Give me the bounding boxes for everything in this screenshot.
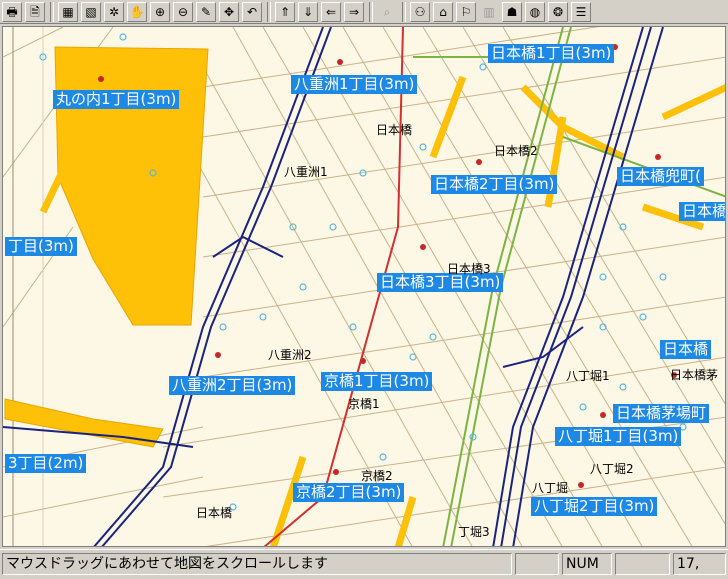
place-label: 八重洲2	[268, 348, 312, 362]
place-label: 八丁堀2	[590, 462, 634, 476]
area-label[interactable]: 日本橋茅場町	[613, 404, 710, 423]
toolbar: 🖶 🗎 ▦ ▧ ✲ ✋ ⊕ ⊖ ✎ ✥ ↶ ⇑ ⇓ ⇐ ⇒ ⌕ ⚇ ⌂ ⚐ ▥ ☗ ◍ ❂ ☰	[0, 0, 728, 24]
area-label[interactable]: 京橋2丁目(3m)	[293, 483, 405, 502]
layer-button[interactable]: ▦	[58, 1, 78, 22]
settings-button[interactable]: ☰	[571, 1, 591, 22]
layer-icon: ▦	[62, 4, 74, 19]
area-label[interactable]: 八重洲1丁目(3m)	[291, 75, 418, 94]
toolbar-separator	[50, 1, 54, 22]
place-label: 日本橋茅	[670, 368, 719, 382]
print-icon: 🖶	[6, 4, 18, 19]
page-button[interactable]: 🗎	[25, 1, 45, 22]
arrow-right-button[interactable]: ⇒	[344, 1, 364, 22]
area-label[interactable]: 八重洲2丁目(3m)	[169, 376, 296, 395]
area-label[interactable]: 京橋1丁目(3m)	[321, 372, 433, 391]
print-button[interactable]: 🖶	[2, 1, 22, 22]
palette-button[interactable]: ❂	[548, 1, 568, 22]
undo-icon: ↶	[246, 4, 258, 19]
zoom-out-icon: ⊖	[177, 4, 189, 19]
settings-icon: ☰	[575, 4, 587, 19]
flag-icon: ⚐	[460, 4, 472, 19]
globe-icon: ◍	[529, 4, 541, 19]
arrow-down-button[interactable]: ⇓	[298, 1, 318, 22]
area-label[interactable]: 丸の内1丁目(3m)	[53, 90, 180, 109]
area-label[interactable]: 日本橋	[679, 202, 725, 221]
building-button[interactable]: ▥	[479, 2, 499, 22]
arrow-down-icon: ⇓	[302, 4, 314, 19]
search-icon: ⌕	[383, 4, 391, 19]
hand-button[interactable]: ✋	[127, 1, 147, 22]
status-message: マウスドラッグにあわせて地図をスクロールします	[2, 553, 512, 575]
home-button[interactable]: ⌂	[433, 1, 453, 22]
place-label: 八重洲1	[284, 165, 328, 179]
area-label[interactable]: 日本橋	[660, 340, 712, 359]
arrow-right-icon: ⇒	[348, 4, 360, 19]
page-icon: 🗎	[30, 4, 40, 19]
status-bar: マウスドラッグにあわせて地図をスクロールします NUM 17,	[0, 549, 728, 579]
area-label[interactable]: 日本橋兜町(	[617, 167, 704, 186]
place-label: 日本橋	[376, 123, 413, 137]
globe-button[interactable]: ◍	[525, 1, 545, 22]
search-button[interactable]: ⌕	[377, 2, 397, 22]
zoom-in-button[interactable]: ⊕	[150, 1, 170, 22]
people-icon: ⚇	[414, 4, 426, 19]
arrow-left-icon: ⇐	[325, 4, 337, 19]
pen-icon: ✎	[200, 4, 212, 19]
building-icon: ▥	[483, 4, 495, 19]
place-label: 丁堀3	[458, 525, 490, 539]
area-label[interactable]: 3丁目(2m)	[5, 454, 87, 473]
flag-button[interactable]: ⚐	[456, 1, 476, 22]
move-button[interactable]: ✥	[219, 1, 239, 22]
pen-button[interactable]: ✎	[196, 1, 216, 22]
area-label[interactable]: 日本橋1丁目(3m)	[488, 44, 615, 63]
status-num: NUM	[562, 553, 612, 575]
arrow-left-button[interactable]: ⇐	[321, 1, 341, 22]
zoom-out-button[interactable]: ⊖	[173, 1, 193, 22]
people-button[interactable]: ⚇	[410, 1, 430, 22]
palette-icon: ❂	[552, 4, 564, 19]
station-block	[54, 46, 209, 326]
move-icon: ✥	[223, 4, 235, 19]
place-label: 京橋1	[348, 397, 380, 411]
place-label: 八丁堀1	[566, 369, 610, 383]
status-coord: 17,	[673, 553, 726, 575]
zoom-in-icon: ⊕	[154, 4, 166, 19]
sparkle-icon: ✲	[108, 4, 120, 19]
area-label[interactable]: 日本橋2丁目(3m)	[431, 175, 558, 194]
area-label[interactable]: 八丁堀2丁目(3m)	[531, 497, 658, 516]
sparkle-button[interactable]: ✲	[104, 1, 124, 22]
toolbar-separator	[369, 1, 373, 22]
arrow-up-icon: ⇑	[279, 4, 291, 19]
layer-zoom-button[interactable]: ▧	[81, 1, 101, 22]
area-label[interactable]: 八丁堀1丁目(3m)	[555, 427, 682, 446]
place-label: 京橋2	[361, 469, 393, 483]
home-icon: ⌂	[439, 4, 447, 19]
area-label[interactable]: 丁目(3m)	[5, 237, 77, 256]
hand-icon: ✋	[129, 4, 145, 19]
toolbar-separator	[267, 1, 271, 22]
shop-icon: ☗	[506, 4, 518, 19]
place-label: 日本橋	[196, 506, 233, 520]
layer-zoom-icon: ▧	[85, 4, 97, 19]
arrow-up-button[interactable]: ⇑	[275, 1, 295, 22]
place-label: 日本橋3	[447, 262, 491, 276]
status-pane-empty	[515, 553, 559, 575]
place-label: 日本橋2	[494, 144, 538, 158]
status-pane-empty-2	[615, 553, 670, 575]
map-view[interactable]: 日本橋1丁目(3m) 八重洲1丁目(3m) 丸の内1丁目(3m) 日本橋2丁目(3m)…	[2, 26, 726, 547]
shop-button[interactable]: ☗	[502, 1, 522, 22]
place-label: 八丁堀	[532, 481, 569, 495]
undo-button[interactable]: ↶	[242, 1, 262, 22]
toolbar-separator	[402, 1, 406, 22]
